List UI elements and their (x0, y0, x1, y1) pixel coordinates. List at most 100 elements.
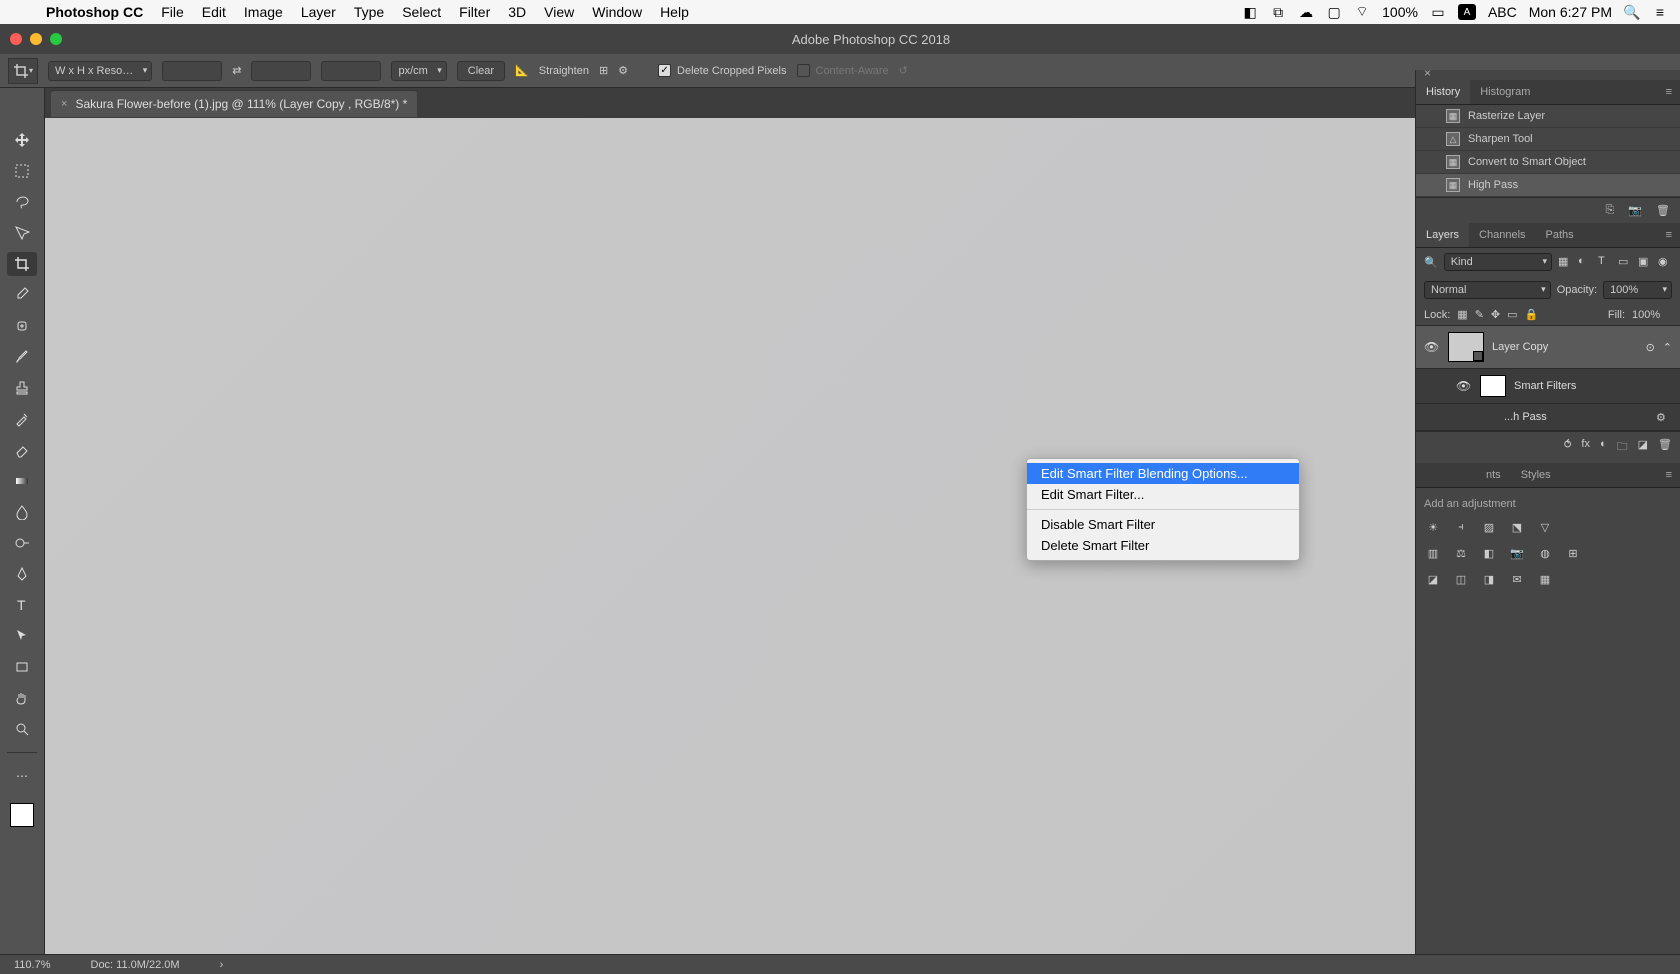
menu-select[interactable]: Select (402, 4, 441, 20)
color-swatches[interactable] (10, 803, 34, 827)
filter-pixel-icon[interactable]: ▦ (1558, 255, 1572, 269)
window-close-button[interactable] (10, 33, 22, 45)
window-maximize-button[interactable] (50, 33, 62, 45)
menu-window[interactable]: Window (592, 4, 642, 20)
status-app-icon[interactable]: ◧ (1242, 4, 1258, 20)
ctx-disable-smart-filter[interactable]: Disable Smart Filter (1027, 514, 1299, 535)
brush-tool[interactable] (7, 345, 37, 369)
units-dropdown[interactable]: px/cm (391, 61, 446, 81)
marquee-tool[interactable] (7, 159, 37, 183)
tab-layers[interactable]: Layers (1416, 223, 1469, 247)
visibility-toggle-icon[interactable]: 👁 (1424, 340, 1440, 354)
ctx-edit-smart-filter[interactable]: Edit Smart Filter... (1027, 484, 1299, 505)
menu-help[interactable]: Help (660, 4, 689, 20)
quick-select-tool[interactable] (7, 221, 37, 245)
clock[interactable]: Mon 6:27 PM (1529, 4, 1612, 20)
history-panel-menu-icon[interactable]: ≡ (1658, 82, 1680, 102)
airplay-icon[interactable]: ▢ (1326, 4, 1342, 20)
healing-tool[interactable] (7, 314, 37, 338)
smart-filters-row[interactable]: 👁 Smart Filters (1416, 369, 1680, 404)
crop-tool-icon[interactable]: ▾ (8, 58, 38, 84)
visibility-toggle-icon[interactable]: 👁 (1456, 379, 1472, 393)
link-layers-icon[interactable]: ⥀ (1564, 438, 1572, 457)
filter-mask-thumbnail[interactable] (1480, 375, 1506, 397)
filter-toggle-icon[interactable]: ◉ (1658, 255, 1672, 269)
search-icon[interactable]: 🔍 (1424, 256, 1438, 269)
exposure-icon[interactable]: ⬔ (1508, 518, 1526, 536)
straighten-icon[interactable]: 📐 (515, 64, 529, 77)
filter-blending-options-icon[interactable]: ⚙ (1656, 411, 1672, 424)
blur-tool[interactable] (7, 500, 37, 524)
status-more-icon[interactable]: › (220, 959, 224, 971)
lock-all-icon[interactable]: 🔒 (1525, 308, 1539, 321)
tab-close-icon[interactable]: × (61, 98, 67, 110)
layer-row[interactable]: 👁 Layer Copy ⊙ ⌃ (1416, 326, 1680, 369)
dodge-tool[interactable] (7, 531, 37, 555)
tab-histogram[interactable]: Histogram (1470, 80, 1540, 104)
hand-tool[interactable] (7, 686, 37, 710)
swap-dimensions-icon[interactable]: ⇄ (232, 64, 241, 77)
ctx-edit-blending-options[interactable]: Edit Smart Filter Blending Options... (1027, 463, 1299, 484)
tab-styles[interactable]: Styles (1511, 463, 1561, 487)
smart-filter-item[interactable]: 👁 ...h Pass ⚙ (1416, 404, 1680, 431)
menu-type[interactable]: Type (354, 4, 384, 20)
menu-image[interactable]: Image (244, 4, 283, 20)
gradient-tool[interactable] (7, 469, 37, 493)
hue-sat-icon[interactable]: ▥ (1424, 544, 1442, 562)
history-entry[interactable]: △Sharpen Tool (1416, 128, 1680, 151)
input-source-label[interactable]: ABC (1488, 4, 1517, 20)
menu-edit[interactable]: Edit (202, 4, 226, 20)
doc-size[interactable]: Doc: 11.0M/22.0M (91, 959, 180, 971)
document-tab[interactable]: × Sakura Flower-before (1).jpg @ 111% (L… (51, 90, 417, 117)
rectangle-tool[interactable] (7, 655, 37, 679)
photo-filter-icon[interactable]: 📷 (1508, 544, 1526, 562)
path-select-tool[interactable] (7, 624, 37, 648)
eraser-tool[interactable] (7, 438, 37, 462)
menu-filter[interactable]: Filter (459, 4, 490, 20)
menu-3d[interactable]: 3D (508, 4, 526, 20)
zoom-level[interactable]: 110.7% (14, 959, 51, 971)
crop-width-input[interactable] (162, 61, 222, 81)
gradient-map-icon[interactable]: ✉ (1508, 570, 1526, 588)
menu-layer[interactable]: Layer (301, 4, 336, 20)
brightness-contrast-icon[interactable]: ☀ (1424, 518, 1442, 536)
crop-options-icon[interactable]: ⚙ (618, 64, 628, 77)
lock-artboard-icon[interactable]: ▭ (1507, 308, 1517, 321)
input-source-icon[interactable]: A (1458, 4, 1476, 20)
layer-kind-dropdown[interactable]: Kind (1444, 253, 1552, 271)
dropbox-icon[interactable]: ⧉ (1270, 4, 1286, 20)
clear-button[interactable]: Clear (457, 61, 505, 81)
levels-icon[interactable]: ⫞ (1452, 518, 1470, 536)
layer-link-icon[interactable]: ⊙ (1646, 341, 1655, 354)
fx-icon[interactable]: fx (1581, 438, 1590, 457)
edit-toolbar-icon[interactable]: ⋯ (7, 764, 37, 788)
fill-value[interactable]: 100% (1632, 309, 1672, 321)
spotlight-icon[interactable]: 🔍 (1624, 4, 1640, 20)
battery-percent[interactable]: 100% (1382, 4, 1418, 20)
content-aware-checkbox[interactable] (797, 64, 810, 77)
move-tool[interactable] (7, 128, 37, 152)
ratio-preset-dropdown[interactable]: W x H x Reso… (48, 61, 152, 81)
filter-shape-icon[interactable]: ▭ (1618, 255, 1632, 269)
blend-mode-dropdown[interactable]: Normal (1424, 281, 1551, 299)
new-group-icon[interactable]: 🗀 (1617, 438, 1628, 457)
threshold-icon[interactable]: ◨ (1480, 570, 1498, 588)
layers-panel-menu-icon[interactable]: ≡ (1658, 225, 1680, 245)
selective-color-icon[interactable]: ▦ (1536, 570, 1554, 588)
curves-icon[interactable]: ▨ (1480, 518, 1498, 536)
stamp-tool[interactable] (7, 376, 37, 400)
ctx-delete-smart-filter[interactable]: Delete Smart Filter (1027, 535, 1299, 556)
apple-icon[interactable] (12, 4, 28, 20)
tab-channels[interactable]: Channels (1469, 223, 1535, 247)
tab-adjustments-partial[interactable]: nts (1476, 463, 1511, 487)
crop-tool[interactable] (7, 252, 37, 276)
delete-layer-icon[interactable]: 🗑 (1658, 438, 1672, 457)
panel-collapse-icon[interactable]: × (1424, 66, 1431, 80)
lock-transparency-icon[interactable]: ▦ (1457, 308, 1467, 321)
add-mask-icon[interactable]: ◐ (1600, 438, 1607, 457)
channel-mixer-icon[interactable]: ◍ (1536, 544, 1554, 562)
overlay-options-icon[interactable]: ⊞ (599, 64, 608, 77)
adjustments-panel-menu-icon[interactable]: ≡ (1658, 465, 1680, 485)
lock-position-icon[interactable]: ✥ (1491, 308, 1500, 321)
wifi-icon[interactable]: ⌔ (1354, 4, 1370, 20)
